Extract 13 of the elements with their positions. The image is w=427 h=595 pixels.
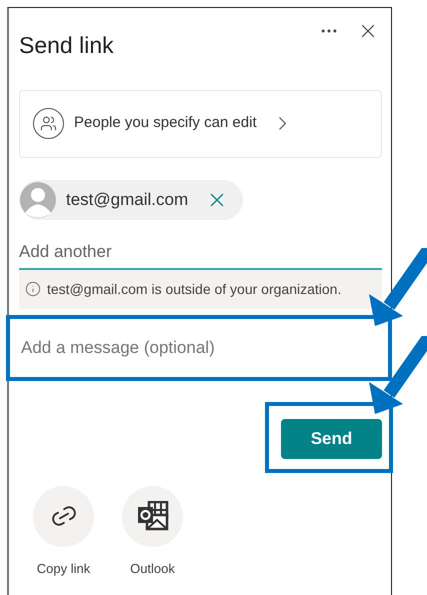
message-field[interactable]: Add a message (optional)	[6, 314, 392, 380]
notice-bar: test@gmail.com is outside of your organization.	[19, 270, 382, 308]
send-button[interactable]: Send	[281, 418, 382, 458]
share-option[interactable]: Outlook	[122, 486, 183, 578]
info-icon	[25, 281, 41, 297]
share-option[interactable]: Copy link	[33, 486, 94, 578]
people-icon	[33, 108, 64, 139]
permission-selector[interactable]: People you specify can edit	[19, 90, 382, 158]
recipient-chip: test@gmail.com	[19, 180, 243, 220]
outlook-icon	[136, 501, 168, 531]
chevron-icon	[278, 117, 286, 130]
avatar-icon	[20, 182, 56, 218]
panel-title: Send link	[19, 31, 114, 60]
